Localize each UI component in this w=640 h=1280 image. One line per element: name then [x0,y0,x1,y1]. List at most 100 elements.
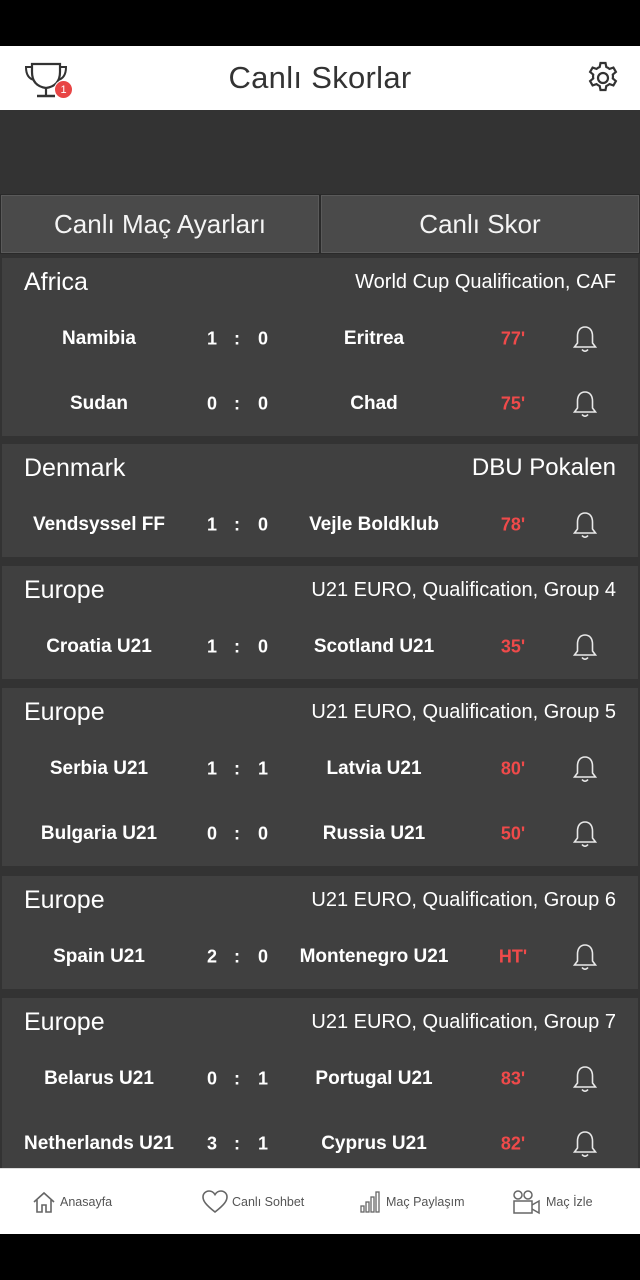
league-label: U21 EURO, Qualification, Group 4 [311,578,616,601]
match-minute: 82' [500,1133,526,1153]
app-header: 1 Canlı Skorlar [0,46,640,110]
tab-live-score[interactable]: Canlı Skor [321,195,639,253]
league-header: Europe U21 EURO, Qualification, Group 7 [2,998,638,1046]
region-label: Europe [24,885,105,914]
page-title: Canlı Skorlar [228,60,412,95]
league-header: Denmark DBU Pokalen [2,444,638,492]
home-team: Croatia U21 [46,635,152,657]
match-row[interactable]: Spain U21 2:0 Montenegro U21 HT' [2,924,638,989]
bell-icon[interactable] [571,1129,599,1159]
league-group: Europe U21 EURO, Qualification, Group 6 Sp… [2,876,638,989]
away-score: 0 [257,946,269,966]
bell-icon[interactable] [571,632,599,662]
nav-live-chat[interactable]: Canlı Sohbet [202,1169,304,1235]
away-team: Latvia U21 [326,757,422,779]
region-label: Europe [24,697,105,726]
away-score: 0 [257,636,269,656]
league-header: Africa World Cup Qualification, CAF [2,258,638,306]
bottom-nav: Anasayfa Canlı Sohbet Maç Paylaşım Maç İ… [0,1168,640,1234]
away-team: Vejle Boldklub [309,513,439,535]
heart-icon [202,1190,228,1214]
score-separator: : [234,393,240,413]
home-score: 2 [206,946,218,966]
match-minute: 75' [500,393,526,413]
league-group: Denmark DBU Pokalen Vendsyssel FF 1:0 Vejle … [2,444,638,557]
region-label: Africa [24,267,88,296]
league-label: U21 EURO, Qualification, Group 6 [311,888,616,911]
league-header: Europe U21 EURO, Qualification, Group 4 [2,566,638,614]
region-label: Europe [24,575,105,604]
away-score: 0 [257,328,269,348]
home-team: Serbia U21 [49,757,149,779]
match-row[interactable]: Bulgaria U21 0:0 Russia U21 50' [2,801,638,866]
tab-live-match-settings[interactable]: Canlı Maç Ayarları [1,195,319,253]
home-score: 0 [206,823,218,843]
away-score: 0 [257,823,269,843]
match-row[interactable]: Namibia 1:0 Eritrea 77' [2,306,638,371]
home-score: 0 [206,393,218,413]
nav-live-chat-label: Canlı Sohbet [232,1195,305,1209]
away-score: 0 [257,514,269,534]
bell-icon[interactable] [571,510,599,540]
score-separator: : [234,946,240,966]
league-group: Europe U21 EURO, Qualification, Group 5 Se… [2,688,638,866]
away-team: Scotland U21 [313,635,435,657]
match-row[interactable]: Sudan 0:0 Chad 75' [2,371,638,436]
away-team: Russia U21 [322,822,426,844]
nav-home[interactable]: Anasayfa [32,1169,112,1235]
score-separator: : [234,328,240,348]
nav-match-share[interactable]: Maç Paylaşım [360,1169,465,1235]
away-score: 1 [257,758,269,778]
bell-icon[interactable] [571,819,599,849]
match-row[interactable]: Belarus U21 0:1 Portugal U21 83' [2,1046,638,1111]
banner-area [0,110,640,194]
gear-icon[interactable] [585,60,621,96]
match-minute: 80' [500,758,526,778]
notification-badge: 1 [54,80,73,99]
home-score: 1 [206,328,218,348]
league-group: Europe U21 EURO, Qualification, Group 4 Cr… [2,566,638,679]
away-team: Eritrea [343,327,405,349]
tab-bar: Canlı Maç Ayarları Canlı Skor [0,194,640,254]
match-row[interactable]: Croatia U21 1:0 Scotland U21 35' [2,614,638,679]
home-team: Sudan [69,392,129,414]
home-team: Bulgaria U21 [40,822,158,844]
score-separator: : [234,1068,240,1088]
match-row[interactable]: Serbia U21 1:1 Latvia U21 80' [2,736,638,801]
home-team: Belarus U21 [44,1067,154,1089]
system-nav-bar [0,1234,640,1280]
away-team: Cyprus U21 [321,1132,427,1154]
bell-icon[interactable] [571,389,599,419]
region-label: Denmark [24,453,126,482]
home-team: Vendsyssel FF [32,513,166,535]
bell-icon[interactable] [571,942,599,972]
home-score: 0 [206,1068,218,1088]
match-minute: 35' [500,636,526,656]
match-minute: 83' [500,1068,526,1088]
nav-home-label: Anasayfa [60,1195,113,1209]
content-area: Canlı Maç Ayarları Canlı Skor Africa Worl… [0,110,640,1168]
home-team: Spain U21 [53,945,145,967]
home-score: 1 [206,758,218,778]
match-minute: HT' [498,946,528,966]
match-row[interactable]: Vendsyssel FF 1:0 Vejle Boldklub 78' [2,492,638,557]
home-score: 1 [206,636,218,656]
match-minute: 78' [500,514,526,534]
match-row[interactable]: Netherlands U21 3:1 Cyprus U21 82' [2,1111,638,1168]
home-team: Namibia [62,327,136,349]
nav-watch-match[interactable]: Maç İzle [512,1169,593,1235]
bell-icon[interactable] [571,324,599,354]
video-camera-icon [513,1190,540,1215]
score-separator: : [234,636,240,656]
score-separator: : [234,823,240,843]
home-score: 3 [206,1133,218,1153]
away-team: Chad [350,392,398,414]
nav-match-share-label: Maç Paylaşım [386,1195,465,1209]
bell-icon[interactable] [571,1064,599,1094]
away-score: 1 [257,1068,269,1088]
score-separator: : [234,1133,240,1153]
match-minute: 77' [500,328,526,348]
score-separator: : [234,758,240,778]
bell-icon[interactable] [571,754,599,784]
status-bar [0,0,640,46]
